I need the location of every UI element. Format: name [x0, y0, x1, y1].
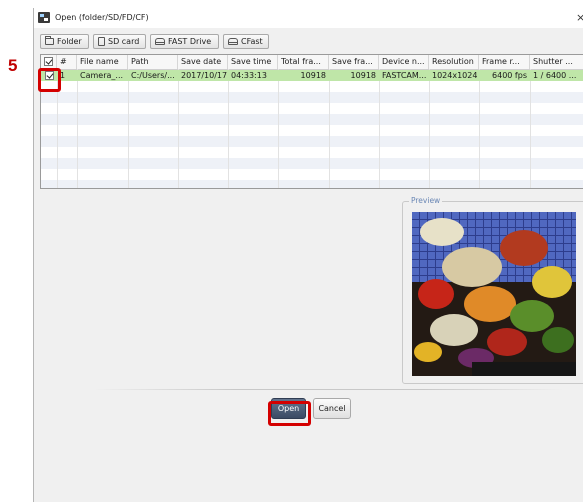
- column-header-save-date[interactable]: Save date: [178, 55, 228, 69]
- column-divider: [128, 69, 129, 188]
- cfast-button[interactable]: CFast: [223, 34, 269, 49]
- folder-button[interactable]: Folder: [40, 34, 89, 49]
- table-header: # File name Path Save date Save time Tot…: [41, 55, 583, 70]
- column-header-frame-rate[interactable]: Frame r...: [479, 55, 530, 69]
- column-divider: [178, 69, 179, 188]
- column-divider: [479, 69, 480, 188]
- cell-frame-rate: 6400 fps: [492, 71, 527, 80]
- empty-row: [41, 180, 583, 188]
- drive-icon: [228, 38, 238, 45]
- cell-resolution: 1024x1024: [432, 71, 478, 80]
- cell-save-time: 04:33:13: [231, 71, 267, 80]
- empty-row: [41, 136, 583, 147]
- column-header-shutter[interactable]: Shutter ...: [530, 55, 583, 69]
- preview-panel: Preview: [402, 196, 583, 384]
- column-divider: [278, 69, 279, 188]
- open-dialog: Open (folder/SD/FD/CF) × Folder SD card …: [33, 8, 583, 502]
- cell-file-name: Camera_...: [80, 71, 124, 80]
- column-divider: [429, 69, 430, 188]
- empty-row: [41, 114, 583, 125]
- column-header-path[interactable]: Path: [128, 55, 178, 69]
- empty-row: [41, 92, 583, 103]
- cell-total-frames: 10918: [300, 71, 326, 80]
- sd-card-button-label: SD card: [108, 37, 140, 46]
- sd-card-button[interactable]: SD card: [93, 34, 146, 49]
- cfast-button-label: CFast: [241, 37, 263, 46]
- column-header-save-time[interactable]: Save time: [228, 55, 278, 69]
- column-header-resolution[interactable]: Resolution: [429, 55, 479, 69]
- file-table: # File name Path Save date Save time Tot…: [40, 54, 583, 189]
- sd-card-icon: [98, 37, 105, 46]
- step-number-5: 5: [8, 56, 18, 75]
- open-button-highlight: [268, 401, 311, 426]
- column-header-save-frames[interactable]: Save fra...: [329, 55, 379, 69]
- cancel-button[interactable]: Cancel: [313, 398, 351, 419]
- folder-icon: [45, 36, 54, 45]
- folder-button-label: Folder: [57, 37, 82, 46]
- select-all-header: [41, 55, 57, 69]
- cell-shutter: 1 / 6400 ...: [533, 71, 577, 80]
- window-title: Open (folder/SD/FD/CF): [55, 13, 149, 22]
- empty-row: [41, 158, 583, 169]
- column-divider: [530, 69, 531, 188]
- column-header-total-frames[interactable]: Total fra...: [278, 55, 329, 69]
- table-row[interactable]: 1 Camera_... C:/Users/... 2017/10/17 04:…: [41, 70, 583, 81]
- cell-save-frames: 10918: [350, 71, 376, 80]
- cell-save-date: 2017/10/17: [181, 71, 228, 80]
- preview-thumbnail: [412, 212, 576, 376]
- column-divider: [329, 69, 330, 188]
- column-header-number[interactable]: #: [57, 55, 77, 69]
- fast-drive-button[interactable]: FAST Drive: [150, 34, 219, 49]
- column-divider: [379, 69, 380, 188]
- column-header-file-name[interactable]: File name: [77, 55, 128, 69]
- title-bar: Open (folder/SD/FD/CF) ×: [34, 8, 583, 28]
- preview-label: Preview: [409, 196, 443, 205]
- fast-drive-button-label: FAST Drive: [168, 37, 212, 46]
- select-all-checkbox[interactable]: [44, 57, 53, 66]
- app-icon: [38, 12, 50, 23]
- drive-icon: [155, 38, 165, 45]
- column-header-device-name[interactable]: Device n...: [379, 55, 429, 69]
- column-divider: [228, 69, 229, 188]
- separator: [94, 389, 564, 390]
- column-divider: [77, 69, 78, 188]
- checkbox-highlight: [38, 68, 61, 92]
- cell-path: C:/Users/...: [131, 71, 175, 80]
- close-icon[interactable]: ×: [576, 12, 583, 23]
- cell-device-name: FASTCAM...: [382, 71, 427, 80]
- preview-image: [412, 212, 576, 376]
